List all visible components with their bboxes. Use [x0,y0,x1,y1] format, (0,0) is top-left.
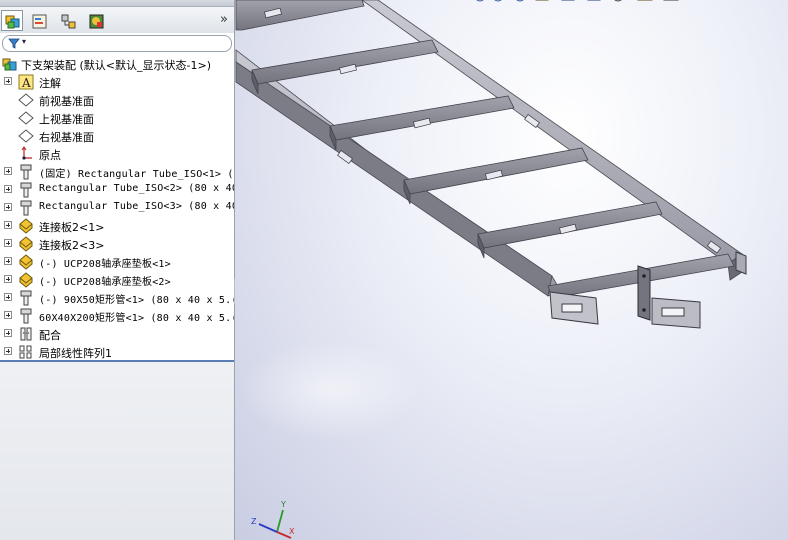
graphics-viewport[interactable]: Y Z X [235,0,788,540]
expand-toggle-icon[interactable] [4,221,12,229]
origin-icon [21,146,32,160]
plate-part-icon [19,236,33,252]
tree-item-label: 注解 [39,77,61,90]
configurationmanager-tab[interactable] [57,10,79,31]
tree-item-part[interactable]: 连接板2<3> [0,235,234,253]
panel-title-strip [0,0,234,7]
tree-root-label: 下支架装配 (默认<默认_显示状态-1>) [21,59,211,72]
annotation-icon: A [18,74,34,90]
reference-triad: Y Z X [251,500,295,539]
manager-tab-strip: » [0,7,234,33]
tree-item-part[interactable]: Rectangular Tube_ISO<2> (80 x 40 [0,181,234,199]
expand-toggle-icon[interactable] [4,203,12,211]
assembly-icon [2,58,17,71]
part-icon [20,182,32,198]
property-icon [32,14,47,29]
tree-item-part[interactable]: (固定) Rectangular Tube_ISO<1> ( [0,163,234,181]
tree-item-label: 60X40X200矩形管<1> (80 x 40 x 5.( [39,313,235,324]
tree-item-label: (-) UCP208轴承座垫板<1> [39,259,171,270]
tree-item-label: (-) 90X50矩形管<1> (80 x 40 x 5.( [39,295,235,306]
tree-item-label: 前视基准面 [39,95,94,108]
plate-part-icon [19,254,33,270]
expand-toggle-icon[interactable] [4,77,12,85]
expand-toggle-icon[interactable] [4,347,12,355]
tree-root-assembly[interactable]: 下支架装配 (默认<默认_显示状态-1>) [0,55,234,73]
display-icon [89,14,104,29]
part-icon [20,164,32,180]
plane-icon [18,111,34,125]
tree-empty-area [0,362,234,540]
expand-toggle-icon[interactable] [4,239,12,247]
tree-item-label: (固定) Rectangular Tube_ISO<1> ( [39,169,234,180]
tree-item-label: 连接板2<1> [39,221,105,234]
y-axis-label: Y [280,500,286,509]
tree-item-part[interactable]: 60X40X200矩形管<1> (80 x 40 x 5.( [0,307,234,325]
propertymanager-tab[interactable] [28,10,50,31]
tree-item-label: Rectangular Tube_ISO<2> (80 x 40 [39,183,235,194]
expand-toggle-icon[interactable] [4,257,12,265]
featuremanager-panel: » ▾ 下支架装配 (默认<默认_显示状态-1>) A 注解 前视基准面 上视基… [0,0,235,540]
tree-item-part[interactable]: (-) UCP208轴承座垫板<2> [0,271,234,289]
plate-part-icon [19,272,33,288]
part-icon [20,290,32,306]
tree-item-pattern[interactable]: 局部线性阵列1 [0,343,234,361]
svg-text:A: A [21,76,31,90]
tree-item-part[interactable]: (-) 90X50矩形管<1> (80 x 40 x 5.( [0,289,234,307]
tree-item-part[interactable]: (-) UCP208轴承座垫板<1> [0,253,234,271]
tree-item-top-plane[interactable]: 上视基准面 [0,109,234,127]
tree-item-part[interactable]: Rectangular Tube_ISO<3> (80 x 40 [0,199,234,217]
cross-rungs[interactable] [235,0,735,299]
tree-item-label: (-) UCP208轴承座垫板<2> [39,277,171,288]
z-axis-icon [258,523,278,533]
featuremanager-tab[interactable] [1,10,23,31]
expand-toggle-icon[interactable] [4,167,12,175]
tree-item-part[interactable]: 连接板2<1> [0,217,234,235]
expand-toggle-icon[interactable] [4,185,12,193]
tree-item-label: 右视基准面 [39,131,94,144]
plate-part-icon [19,218,33,234]
expand-toggle-icon[interactable] [4,329,12,337]
tree-item-label: 上视基准面 [39,113,94,126]
tree-item-front-plane[interactable]: 前视基准面 [0,91,234,109]
x-axis-label: X [289,527,295,536]
tree-item-label: 连接板2<3> [39,239,105,252]
configuration-icon [61,14,76,29]
tree-item-label: 配合 [39,329,61,342]
z-axis-label: Z [251,517,257,526]
y-axis-icon [276,509,284,533]
tree-item-right-plane[interactable]: 右视基准面 [0,127,234,145]
tree-item-annotations[interactable]: A 注解 [0,73,234,91]
tree-item-mates[interactable]: 配合 [0,325,234,343]
tree-filter-field[interactable]: ▾ [2,35,232,52]
pattern-icon [19,345,32,359]
plane-icon [18,129,34,143]
mates-icon [20,327,32,341]
expand-toggle-icon[interactable] [4,275,12,283]
assembly-tree-icon [5,15,20,29]
tree-item-label: Rectangular Tube_ISO<3> (80 x 40 [39,201,235,212]
tree-item-label: 局部线性阵列1 [39,347,112,360]
more-tabs-chevron-icon[interactable]: » [220,12,228,27]
part-icon [20,200,32,216]
display-manager-tab[interactable] [85,10,107,31]
part-icon [20,308,32,324]
filter-funnel-icon [8,38,20,49]
expand-toggle-icon[interactable] [4,293,12,301]
ladder-frame-model [235,0,747,440]
expand-toggle-icon[interactable] [4,311,12,319]
tree-item-origin[interactable]: 原点 [0,145,234,163]
tree-item-label: 原点 [39,149,61,162]
filter-dropdown-icon[interactable]: ▾ [22,37,26,46]
plane-icon [18,93,34,107]
